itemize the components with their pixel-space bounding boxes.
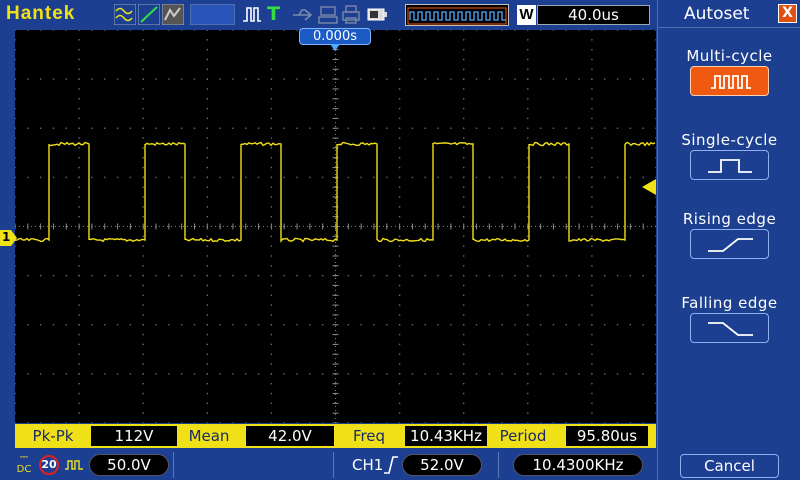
falling-edge-button[interactable] [690, 313, 769, 343]
option-label-single-cycle: Single-cycle [681, 131, 778, 149]
trigger-frequency-readout: 10.4300KHz [513, 454, 643, 476]
scope-display[interactable]: 0.000s [15, 28, 656, 423]
pulse-trigger-icon[interactable] [241, 4, 263, 25]
measure-label-pkpk: Pk-Pk [32, 427, 74, 445]
status-divider [333, 452, 334, 478]
measure-label-mean: Mean [188, 427, 230, 445]
waveform-position-preview[interactable] [405, 4, 509, 26]
coupling-icon[interactable]: ⎓ DC [14, 452, 34, 475]
timebase-readout[interactable]: 40.0us [537, 5, 650, 25]
close-button[interactable]: X [778, 4, 797, 23]
measure-value-mean: 42.0V [246, 426, 334, 446]
status-divider [498, 452, 499, 478]
rising-edge-button[interactable] [690, 229, 769, 259]
channel-slot [190, 4, 235, 25]
multi-cycle-icon [711, 75, 751, 89]
trigger-position-readout: 0.000s [299, 28, 371, 45]
option-label-multi-cycle: Multi-cycle [686, 47, 773, 65]
multi-cycle-button[interactable] [690, 66, 769, 96]
measure-value-freq: 10.43KHz [405, 426, 487, 446]
panel-header: Autoset X [658, 0, 800, 28]
channel1-trace [15, 141, 656, 243]
trigger-channel-label: CH1 [352, 456, 384, 474]
trigger-t-icon: T [267, 3, 280, 25]
pulse-mode-icon[interactable] [64, 455, 84, 475]
network-icon [318, 6, 338, 24]
top-status-bar: Hantek T W 40.0us [0, 0, 656, 30]
falling-edge-shape-icon [708, 322, 753, 336]
rising-edge-shape-icon [708, 238, 753, 252]
measure-label-freq: Freq [352, 427, 386, 445]
waveform-icon[interactable] [114, 4, 136, 25]
coupling-label: DC [16, 464, 32, 475]
printer-icon [342, 5, 360, 24]
measure-value-pkpk: 112V [91, 426, 177, 446]
autoset-panel: Autoset X Multi-cycle Single-cycle Risin… [657, 0, 800, 480]
battery-icon [367, 8, 387, 21]
trigger-position-marker[interactable] [330, 44, 340, 52]
option-label-falling-edge: Falling edge [681, 294, 778, 312]
bottom-status-bar: ⎓ DC 20 50.0V CH1 52.0V 10.4300KHz [0, 450, 656, 480]
option-label-rising-edge: Rising edge [682, 210, 777, 228]
cancel-button[interactable]: Cancel [680, 454, 779, 478]
single-cycle-icon [708, 159, 752, 173]
measurement-bar: Pk-Pk 112V Mean 42.0V Freq 10.43KHz Peri… [15, 424, 656, 448]
trigger-level-marker[interactable] [641, 179, 656, 195]
waveform-mode-badge[interactable]: W [517, 5, 536, 25]
single-cycle-button[interactable] [690, 150, 769, 180]
bandwidth-limit-icon[interactable]: 20 [39, 455, 59, 475]
brand-logo: Hantek [6, 3, 76, 24]
status-divider [173, 452, 174, 478]
ramp-icon[interactable] [138, 4, 160, 25]
panel-title: Autoset [684, 4, 750, 24]
channel1-marker-label: 1 [2, 230, 11, 244]
rising-edge-icon[interactable] [383, 455, 399, 475]
measure-label-period: Period [499, 427, 547, 445]
usb-icon [293, 9, 313, 21]
measure-value-period: 95.80us [566, 426, 648, 446]
volts-per-div-readout[interactable]: 50.0V [89, 454, 169, 476]
persist-icon[interactable] [162, 4, 184, 25]
trigger-level-readout[interactable]: 52.0V [402, 454, 482, 476]
